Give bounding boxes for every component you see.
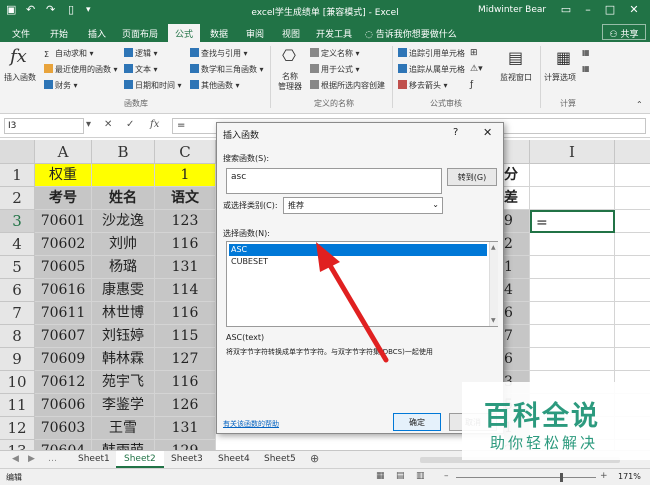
watermark-title: 百科全说	[484, 401, 600, 432]
arrow-shaft	[325, 259, 389, 363]
watermark: 百科全说 助你轻松解决	[462, 382, 650, 460]
arrow-head	[316, 242, 340, 272]
watermark-subtitle: 助你轻松解决	[490, 434, 599, 452]
